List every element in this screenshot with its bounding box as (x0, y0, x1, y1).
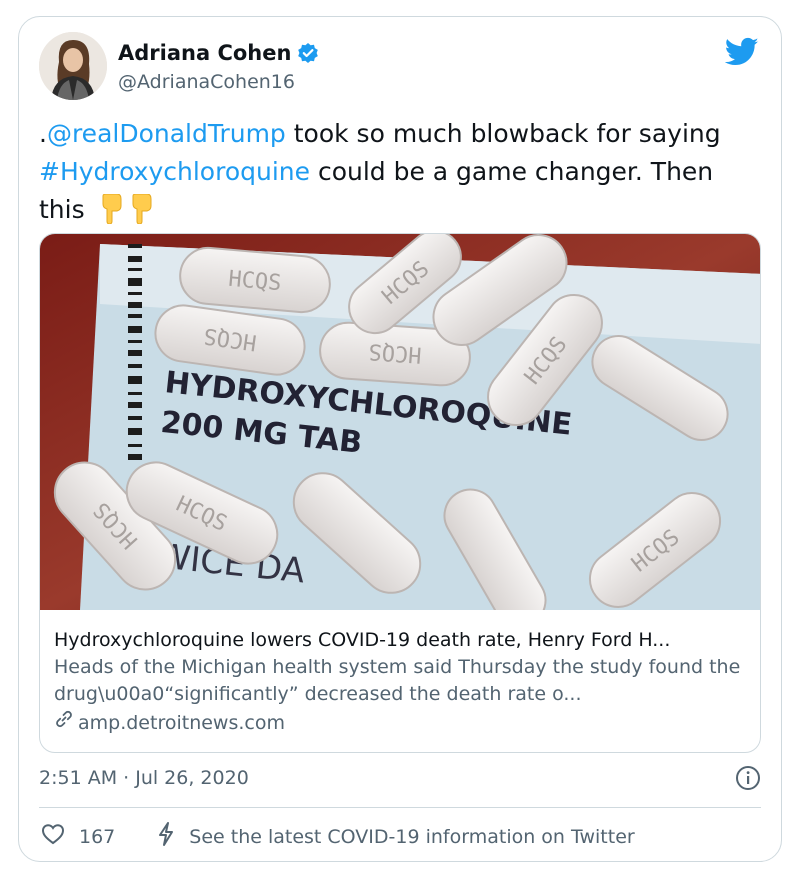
covid-info-text: See the latest COVID-19 information on T… (189, 825, 635, 848)
pill-imprint: HCQS (368, 338, 423, 367)
mention-link[interactable]: @realDonaldTrump (47, 119, 286, 148)
twitter-bird-icon[interactable] (724, 37, 759, 67)
pointing-down-emoji-icon (97, 193, 123, 235)
tweet-text: .@realDonaldTrump took so much blowback … (39, 115, 759, 235)
divider (39, 807, 761, 808)
article-description: Heads of the Michigan health system said… (54, 656, 741, 705)
author-handle[interactable]: @AdrianaCohen16 (118, 71, 295, 93)
like-button[interactable]: 167 (41, 823, 115, 850)
article-title[interactable]: Hydroxychloroquine lowers COVID-19 death… (54, 626, 748, 654)
covid-info-link[interactable]: See the latest COVID-19 information on T… (155, 821, 635, 852)
hashtag-link[interactable]: #Hydroxychloroquine (39, 157, 310, 186)
tweet-card: Adriana Cohen @AdrianaCohen16 .@realDona… (18, 16, 782, 862)
verified-badge-icon (297, 42, 319, 64)
pointing-down-emoji-icon (127, 193, 153, 235)
tweet-text-part1: took so much blowback for saying (285, 119, 721, 148)
article-domain-row[interactable]: amp.detroitnews.com (54, 709, 748, 737)
article-domain: amp.detroitnews.com (78, 712, 285, 734)
link-preview-card[interactable]: HYDROXYCHLOROQUINE 200 MG TAB WICE DA HC (39, 233, 761, 753)
tweet-text-prefix: . (39, 119, 47, 148)
article-image[interactable]: HYDROXYCHLOROQUINE 200 MG TAB WICE DA HC (40, 234, 761, 610)
action-bar: 167 See the latest COVID-19 information … (41, 821, 635, 852)
heart-icon (41, 823, 65, 850)
avatar[interactable] (39, 32, 107, 100)
info-icon[interactable] (735, 765, 761, 791)
tweet-timestamp[interactable]: 2:51 AM · Jul 26, 2020 (39, 767, 249, 789)
lightning-icon (155, 821, 177, 852)
pill-imprint: HCQS (227, 267, 282, 297)
link-icon (54, 709, 74, 737)
author-name[interactable]: Adriana Cohen (118, 41, 291, 65)
like-count: 167 (79, 825, 116, 848)
